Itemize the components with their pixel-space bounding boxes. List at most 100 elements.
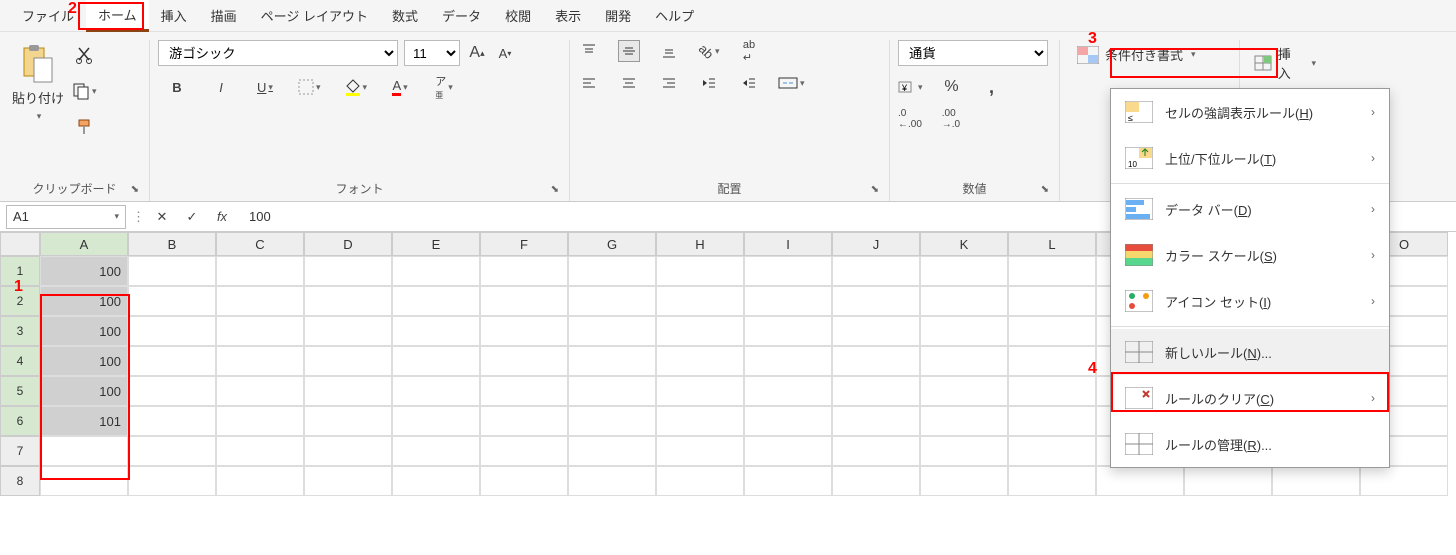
menu-review[interactable]: 校閲 [493, 1, 543, 30]
accounting-format-button[interactable]: ¥▾ [898, 76, 923, 98]
cell[interactable] [40, 436, 128, 466]
clear-rules-item[interactable]: ルールのクリア(C)› [1111, 375, 1389, 421]
cell[interactable] [920, 466, 1008, 496]
icon-sets-item[interactable]: アイコン セット(I)› [1111, 278, 1389, 324]
menu-view[interactable]: 表示 [543, 1, 593, 30]
decrease-indent-button[interactable] [698, 72, 720, 94]
cell[interactable] [304, 376, 392, 406]
menu-insert[interactable]: 挿入 [149, 1, 199, 30]
column-header[interactable]: K [920, 232, 1008, 256]
highlight-rules-item[interactable]: ≤セルの強調表示ルール(H)› [1111, 89, 1389, 135]
align-left-button[interactable] [578, 72, 600, 94]
cell[interactable] [656, 466, 744, 496]
cell[interactable] [216, 436, 304, 466]
cell[interactable] [392, 466, 480, 496]
launcher-icon[interactable]: ⬊ [1041, 184, 1049, 195]
cell[interactable]: 100 [40, 286, 128, 316]
cell[interactable] [832, 466, 920, 496]
cell[interactable] [920, 316, 1008, 346]
orientation-button[interactable]: ab▾ [698, 40, 720, 62]
cell[interactable] [568, 436, 656, 466]
cell[interactable] [304, 346, 392, 376]
merge-button[interactable]: ▾ [778, 72, 805, 94]
cell[interactable] [1008, 256, 1096, 286]
cell[interactable] [392, 286, 480, 316]
cell[interactable] [480, 436, 568, 466]
cell[interactable] [216, 346, 304, 376]
column-header[interactable]: L [1008, 232, 1096, 256]
cell[interactable] [1184, 466, 1272, 496]
cell[interactable] [304, 466, 392, 496]
cell[interactable] [1360, 466, 1448, 496]
border-button[interactable]: ▾ [298, 76, 321, 98]
name-box[interactable]: A1▾ [6, 205, 126, 229]
align-top-button[interactable] [578, 40, 600, 62]
cell[interactable] [568, 256, 656, 286]
cell[interactable] [128, 436, 216, 466]
cell[interactable] [1008, 466, 1096, 496]
cell[interactable]: 100 [40, 256, 128, 286]
cell[interactable] [744, 436, 832, 466]
number-format-select[interactable]: 通貨 [898, 40, 1048, 66]
row-header[interactable]: 8 [0, 466, 40, 496]
cell[interactable] [128, 316, 216, 346]
cell[interactable] [1008, 346, 1096, 376]
cell[interactable] [480, 406, 568, 436]
column-header[interactable]: H [656, 232, 744, 256]
cell[interactable]: 101 [40, 406, 128, 436]
cell[interactable] [40, 466, 128, 496]
cell[interactable] [392, 256, 480, 286]
cell[interactable] [920, 406, 1008, 436]
cell[interactable] [568, 316, 656, 346]
cell[interactable] [304, 406, 392, 436]
top-bottom-rules-item[interactable]: 10上位/下位ルール(T)› [1111, 135, 1389, 181]
cell[interactable] [1272, 466, 1360, 496]
cell[interactable] [832, 376, 920, 406]
cell[interactable] [656, 436, 744, 466]
cell[interactable] [568, 466, 656, 496]
column-header[interactable]: J [832, 232, 920, 256]
cell[interactable] [216, 286, 304, 316]
cell[interactable] [1008, 436, 1096, 466]
cell[interactable] [832, 286, 920, 316]
wrap-text-button[interactable]: ab↵ [738, 40, 760, 62]
row-header[interactable]: 6 [0, 406, 40, 436]
cell[interactable]: 100 [40, 376, 128, 406]
comma-button[interactable]: , [981, 76, 1003, 98]
cell[interactable] [744, 256, 832, 286]
cell[interactable] [568, 286, 656, 316]
cell[interactable] [656, 316, 744, 346]
column-header[interactable]: B [128, 232, 216, 256]
cell[interactable] [920, 346, 1008, 376]
menu-formulas[interactable]: 数式 [380, 1, 430, 30]
column-header[interactable]: E [392, 232, 480, 256]
font-name-select[interactable]: 游ゴシック [158, 40, 398, 66]
font-size-select[interactable]: 11 [404, 40, 460, 66]
cell[interactable] [128, 286, 216, 316]
cell[interactable] [128, 346, 216, 376]
cell[interactable] [1008, 316, 1096, 346]
cell[interactable] [392, 346, 480, 376]
cell[interactable] [304, 286, 392, 316]
cell[interactable] [392, 406, 480, 436]
cell[interactable] [480, 256, 568, 286]
bold-button[interactable]: B [166, 76, 188, 98]
column-header[interactable]: G [568, 232, 656, 256]
increase-indent-button[interactable] [738, 72, 760, 94]
cell[interactable] [216, 466, 304, 496]
cell[interactable] [480, 346, 568, 376]
cell[interactable] [480, 316, 568, 346]
menu-home[interactable]: ホーム [86, 0, 149, 32]
cell[interactable] [1096, 466, 1184, 496]
cell[interactable] [744, 286, 832, 316]
manage-rules-item[interactable]: ルールの管理(R)... [1111, 421, 1389, 467]
increase-decimal-button[interactable]: .0←.00 [898, 108, 922, 130]
menu-data[interactable]: データ [430, 1, 493, 30]
enter-formula-button[interactable]: ✓ [181, 206, 203, 228]
cell[interactable] [392, 316, 480, 346]
cell[interactable] [1008, 286, 1096, 316]
increase-font-button[interactable]: A▴ [466, 42, 488, 64]
cell[interactable] [656, 286, 744, 316]
cell[interactable] [304, 316, 392, 346]
cell[interactable] [744, 376, 832, 406]
